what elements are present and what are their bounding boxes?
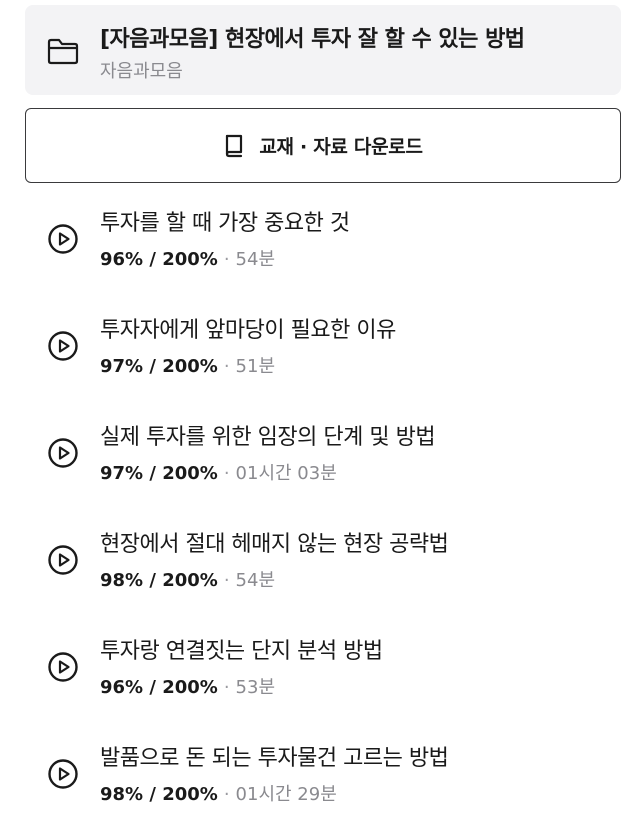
meta-separator: · [223, 356, 230, 377]
lesson-progress: 98% / 200% [100, 570, 218, 591]
book-icon [226, 134, 243, 157]
lesson-meta: 97% / 200% · 01시간 03분 [100, 459, 337, 485]
course-author: 자음과모음 [100, 61, 183, 82]
lesson-meta: 96% / 200% · 53분 [100, 673, 275, 699]
lesson-duration: 53분 [235, 677, 276, 698]
lesson-title: 투자랑 연결짓는 단지 분석 방법 [100, 639, 383, 664]
lesson-progress: 98% / 200% [100, 784, 218, 805]
lesson-duration: 01시간 29분 [235, 784, 337, 805]
meta-separator: · [223, 677, 230, 698]
lesson-title: 발품으로 돈 되는 투자물건 고르는 방법 [100, 746, 449, 771]
lesson-meta: 98% / 200% · 01시간 29분 [100, 780, 337, 806]
folder-icon [47, 38, 79, 65]
lesson-progress: 97% / 200% [100, 463, 218, 484]
lesson-duration: 01시간 03분 [235, 463, 337, 484]
lesson-duration: 54분 [235, 570, 276, 591]
lesson-progress: 97% / 200% [100, 356, 218, 377]
lesson-title: 투자를 할 때 가장 중요한 것 [100, 211, 350, 236]
lesson-list: 투자를 할 때 가장 중요한 것 96% / 200% · 54분 투자자에게 앞마… [0, 195, 640, 837]
play-icon[interactable] [47, 544, 79, 576]
download-materials-button[interactable]: 교재 · 자료 다운로드 [25, 108, 621, 183]
meta-separator: · [223, 570, 230, 591]
course-title: [자음과모음] 현장에서 투자 잘 할 수 있는 방법 [100, 27, 525, 52]
lesson-item[interactable]: 투자를 할 때 가장 중요한 것 96% / 200% · 54분 [0, 195, 640, 302]
lesson-progress: 96% / 200% [100, 249, 218, 270]
lesson-item[interactable]: 발품으로 돈 되는 투자물건 고르는 방법 98% / 200% · 01시간 29… [0, 730, 640, 837]
lesson-title: 현장에서 절대 헤매지 않는 현장 공략법 [100, 532, 449, 557]
lesson-duration: 51분 [235, 356, 276, 377]
lesson-meta: 96% / 200% · 54분 [100, 245, 275, 271]
lesson-item[interactable]: 투자자에게 앞마당이 필요한 이유 97% / 200% · 51분 [0, 302, 640, 409]
lesson-item[interactable]: 현장에서 절대 헤매지 않는 현장 공략법 98% / 200% · 54분 [0, 516, 640, 623]
meta-separator: · [223, 463, 230, 484]
lesson-title: 실제 투자를 위한 임장의 단계 및 방법 [100, 425, 436, 450]
lesson-meta: 98% / 200% · 54분 [100, 566, 275, 592]
lesson-item[interactable]: 실제 투자를 위한 임장의 단계 및 방법 97% / 200% · 01시간 03… [0, 409, 640, 516]
lesson-duration: 54분 [235, 249, 276, 270]
play-icon[interactable] [47, 223, 79, 255]
lesson-progress: 96% / 200% [100, 677, 218, 698]
lesson-item[interactable]: 투자랑 연결짓는 단지 분석 방법 96% / 200% · 53분 [0, 623, 640, 730]
play-icon[interactable] [47, 651, 79, 683]
play-icon[interactable] [47, 758, 79, 790]
download-button-label: 교재 · 자료 다운로드 [259, 136, 423, 158]
meta-separator: · [223, 249, 230, 270]
play-icon[interactable] [47, 437, 79, 469]
lesson-title: 투자자에게 앞마당이 필요한 이유 [100, 318, 396, 343]
meta-separator: · [223, 784, 230, 805]
play-icon[interactable] [47, 330, 79, 362]
lesson-meta: 97% / 200% · 51분 [100, 352, 275, 378]
course-header-card[interactable]: [자음과모음] 현장에서 투자 잘 할 수 있는 방법 자음과모음 [25, 5, 621, 95]
